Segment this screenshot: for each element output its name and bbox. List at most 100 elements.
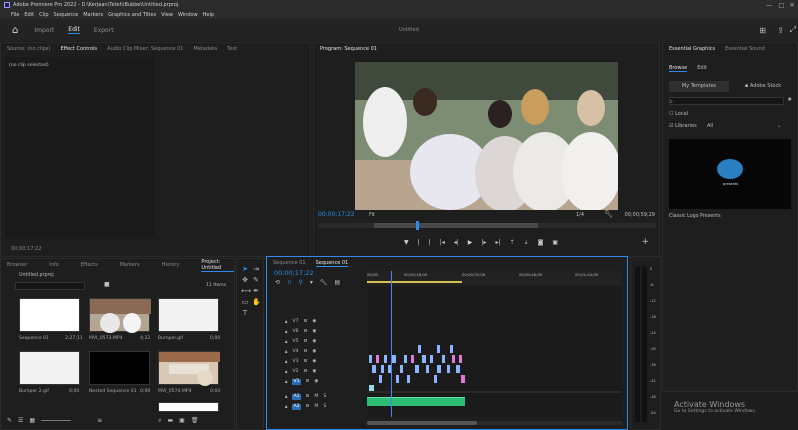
lock-icon[interactable]: 🔒︎ <box>285 404 287 410</box>
sync-icon[interactable]: ⊟ <box>304 329 308 335</box>
video-clip[interactable] <box>426 365 429 373</box>
video-clip[interactable] <box>437 365 441 373</box>
sync-icon[interactable]: ⊟ <box>306 394 310 400</box>
solo-icon[interactable]: S <box>323 404 326 410</box>
captions-icon[interactable]: ▤ <box>334 279 340 286</box>
template-search-input[interactable]: ⌕ <box>669 97 784 105</box>
tab-sequence-01-active[interactable]: Sequence 01 <box>315 260 349 267</box>
video-track-header[interactable]: 🔒︎ V6 ⊟ ◉ <box>285 329 316 335</box>
item-thumb-bumper[interactable] <box>158 298 219 332</box>
video-clip[interactable] <box>384 355 387 363</box>
razor-tool-icon[interactable]: ✎ <box>252 276 260 284</box>
video-track-header[interactable]: 🔒︎ V2 ⊟ ◉ <box>285 369 316 375</box>
video-clip-v1[interactable] <box>369 385 374 391</box>
solo-icon[interactable]: S <box>323 394 326 400</box>
lock-icon[interactable]: 🔒︎ <box>285 329 287 335</box>
tab-essential-sound[interactable]: Essential Sound <box>725 46 765 52</box>
my-templates-button[interactable]: My Templates <box>669 81 729 92</box>
video-clip[interactable] <box>434 375 437 383</box>
video-clip[interactable] <box>430 355 433 363</box>
tab-import[interactable]: Import <box>34 27 54 34</box>
sync-icon[interactable]: ⊟ <box>306 404 310 410</box>
video-clip[interactable] <box>407 375 410 383</box>
tab-export[interactable]: Export <box>94 27 114 34</box>
item-thumb-partial[interactable] <box>158 402 219 412</box>
tab-audio-clip-mixer[interactable]: Audio Clip Mixer: Sequence 01 <box>107 46 183 52</box>
menu-view[interactable]: View <box>161 12 173 18</box>
lock-icon[interactable]: 🔒︎ <box>285 379 287 385</box>
sort-icon[interactable]: ≡ <box>97 417 102 427</box>
wrench-icon[interactable]: 🔧︎ <box>604 210 613 218</box>
quality-dropdown[interactable]: 1/4 <box>576 212 584 218</box>
video-clip[interactable] <box>369 355 372 363</box>
timeline-playhead[interactable] <box>391 271 392 417</box>
menu-graphics[interactable]: Graphics and Titles <box>108 12 156 18</box>
track-select-tool-icon[interactable]: ⇥ <box>252 265 260 273</box>
new-item-icon[interactable]: ▣ <box>179 417 185 427</box>
mark-in-icon[interactable]: ▼ <box>404 239 409 249</box>
sync-icon[interactable]: ⊟ <box>306 379 310 385</box>
add-button-icon[interactable]: + <box>641 237 649 247</box>
video-track-header[interactable]: 🔒︎ V5 ⊟ ◉ <box>285 339 316 345</box>
sync-icon[interactable]: ⊟ <box>304 319 308 325</box>
video-clip[interactable] <box>415 365 419 373</box>
video-track-header[interactable]: 🔒︎ V4 ⊟ ◉ <box>285 349 316 355</box>
tab-edit[interactable]: Edit <box>68 26 80 34</box>
menu-sequence[interactable]: Sequence <box>54 12 79 18</box>
find-icon[interactable]: ⌕ <box>158 417 161 427</box>
new-bin-icon[interactable]: ■ <box>104 281 110 288</box>
menu-clip[interactable]: Clip <box>39 12 48 18</box>
video-clip[interactable] <box>452 355 455 363</box>
timeline-scrollbar[interactable] <box>367 421 622 425</box>
fullscreen-icon[interactable]: ⤢ <box>790 25 796 35</box>
timeline-tracks-area[interactable] <box>367 271 622 417</box>
pencil-icon[interactable]: ✎ <box>7 417 12 427</box>
program-scrub-bar[interactable] <box>318 221 656 230</box>
video-clip[interactable] <box>372 365 376 373</box>
hand-tool-icon[interactable]: ✋ <box>252 298 261 306</box>
linked-icon[interactable]: ∩ <box>287 279 291 286</box>
video-clip[interactable] <box>437 345 440 353</box>
video-clip[interactable] <box>404 355 407 363</box>
mark-out-icon[interactable]: | <box>418 239 420 249</box>
step-forward-icon[interactable]: |▸ <box>481 239 486 249</box>
home-icon[interactable]: ⌂ <box>12 25 18 36</box>
extract-icon[interactable]: ⇣ <box>524 239 529 249</box>
video-clip[interactable] <box>459 355 462 363</box>
tab-effect-controls[interactable]: Effect Controls <box>60 46 97 52</box>
eye-icon[interactable]: ◉ <box>312 319 316 325</box>
zoom-slider[interactable] <box>41 417 72 421</box>
timeline-ruler[interactable]: 00;00 00;00;16;00 00;00;32;00 00;00;48;0… <box>367 271 622 285</box>
video-clip[interactable] <box>447 365 450 373</box>
sync-icon[interactable]: ⊟ <box>304 369 308 375</box>
tab-effects[interactable]: Effects <box>81 262 98 268</box>
video-clip[interactable] <box>422 355 426 363</box>
tab-edit-graphics[interactable]: Edit <box>697 65 707 72</box>
tab-essential-graphics[interactable]: Essential Graphics <box>669 46 715 52</box>
list-view-icon[interactable]: ☰ <box>18 417 23 427</box>
ripple-edit-tool-icon[interactable]: ✥ <box>241 276 249 284</box>
folder-icon[interactable]: ▬ <box>168 417 174 427</box>
menu-edit[interactable]: Edit <box>24 12 34 18</box>
eye-icon[interactable]: ◉ <box>312 369 316 375</box>
menu-help[interactable]: Help <box>203 12 214 18</box>
compare-icon[interactable]: ▣ <box>552 239 558 249</box>
video-clip[interactable] <box>461 375 465 383</box>
eye-icon[interactable]: ◉ <box>314 379 318 385</box>
menu-markers[interactable]: Markers <box>83 12 103 18</box>
audio-track-header[interactable]: 🔒︎ A1 ⊟ M S <box>285 394 326 400</box>
workspaces-icon[interactable]: ⊞ <box>759 26 766 35</box>
snap-icon[interactable]: ⟲ <box>275 279 280 286</box>
tab-sequence-01[interactable]: Sequence 01 <box>273 260 306 266</box>
eye-icon[interactable]: ◉ <box>312 349 316 355</box>
video-clip[interactable] <box>392 355 396 363</box>
menu-file[interactable]: File <box>11 12 19 18</box>
sync-icon[interactable]: ⊟ <box>304 339 308 345</box>
menu-window[interactable]: Window <box>178 12 198 18</box>
mute-icon[interactable]: M <box>314 394 318 400</box>
scrollbar-thumb[interactable] <box>367 421 477 425</box>
video-clip[interactable] <box>396 375 399 383</box>
template-thumbnail[interactable]: presents <box>669 139 791 209</box>
audio-track-header[interactable]: 🔒︎ A2 ⊟ M S <box>285 404 326 410</box>
video-clip[interactable] <box>376 355 379 363</box>
